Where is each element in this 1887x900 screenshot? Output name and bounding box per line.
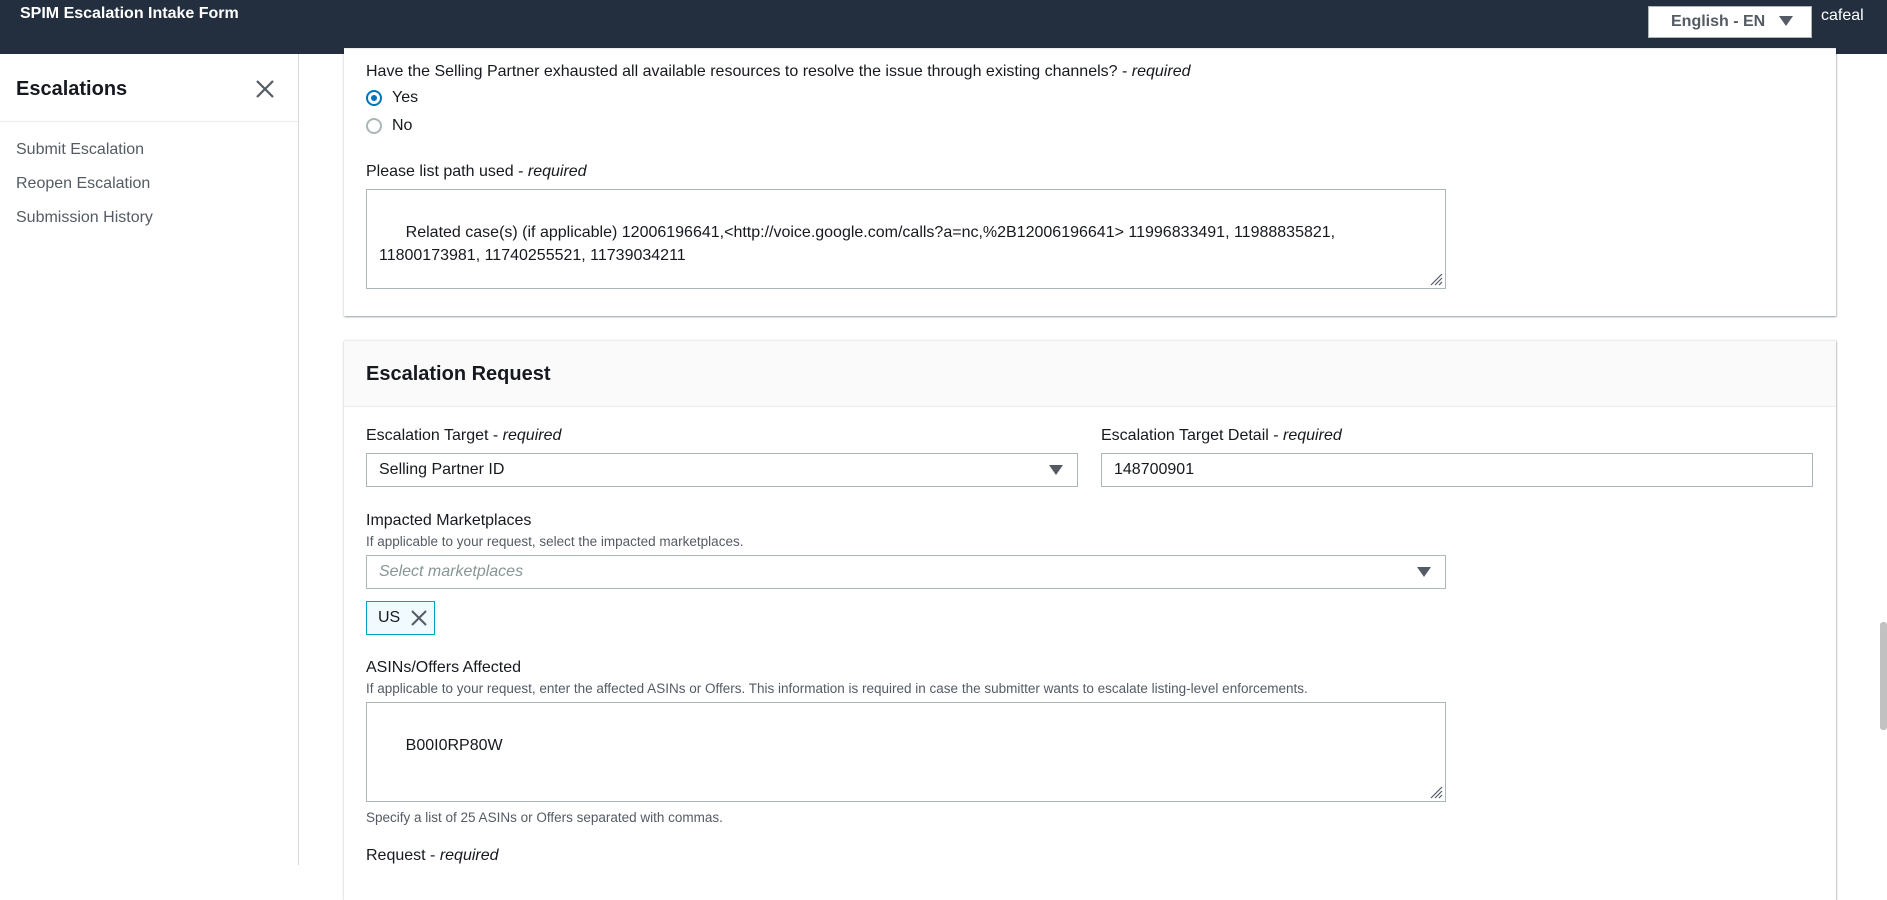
side-navigation-title: Escalations xyxy=(16,78,128,100)
escalation-target-label: Escalation Target - required xyxy=(366,427,562,444)
language-select-value: English - EN xyxy=(1671,13,1766,30)
caret-down-icon xyxy=(1417,567,1431,577)
close-navigation-button[interactable] xyxy=(254,78,276,100)
escalation-target-select[interactable]: Selling Partner ID xyxy=(366,453,1078,487)
close-icon xyxy=(256,80,274,98)
main-content: Have the Selling Partner exhausted all a… xyxy=(299,48,1887,900)
asins-affected-hint: Specify a list of 25 ASINs or Offers sep… xyxy=(366,810,723,825)
marketplaces-multiselect[interactable]: Select marketplaces xyxy=(366,555,1446,589)
resize-handle-icon[interactable] xyxy=(1429,785,1443,799)
page-scrollbar[interactable] xyxy=(1880,622,1887,730)
radio-option-yes[interactable]: Yes xyxy=(366,89,418,107)
escalation-request-header: Escalation Request xyxy=(344,341,1836,407)
escalation-target-detail-input[interactable]: 148700901 xyxy=(1101,453,1813,487)
caret-down-icon xyxy=(1049,465,1063,475)
asins-affected-description: If applicable to your request, enter the… xyxy=(366,681,1308,696)
asins-affected-label: ASINs/Offers Affected xyxy=(366,659,522,676)
impacted-marketplaces-description: If applicable to your request, select th… xyxy=(366,534,744,549)
language-select[interactable]: English - EN xyxy=(1648,6,1812,38)
escalation-target-detail-label: Escalation Target Detail - required xyxy=(1101,427,1342,444)
escalation-target-detail-value: 148700901 xyxy=(1114,461,1195,478)
escalation-target-value: Selling Partner ID xyxy=(379,461,505,478)
radio-label-no: No xyxy=(392,117,413,134)
sidebar-item-submit-escalation[interactable]: Submit Escalation xyxy=(16,141,144,159)
radio-option-no[interactable]: No xyxy=(366,117,412,135)
top-navigation-bar: SPIM Escalation Intake Form English - EN… xyxy=(0,0,1887,54)
resources-card: Have the Selling Partner exhausted all a… xyxy=(344,48,1836,316)
radio-button-unchecked[interactable] xyxy=(366,118,382,134)
asins-affected-value: B00I0RP80W xyxy=(405,737,503,754)
path-used-textarea[interactable]: Related case(s) (if applicable) 12006196… xyxy=(366,189,1446,289)
escalation-request-card: Escalation Request Escalation Target - r… xyxy=(344,340,1836,900)
impacted-marketplaces-label: Impacted Marketplaces xyxy=(366,512,532,529)
app-title: SPIM Escalation Intake Form xyxy=(20,5,239,22)
side-navigation: Escalations Submit Escalation Reopen Esc… xyxy=(0,54,299,865)
exhausted-resources-label: Have the Selling Partner exhausted all a… xyxy=(366,63,1191,80)
marketplace-token: US xyxy=(366,601,436,635)
asins-affected-textarea[interactable]: B00I0RP80W xyxy=(366,702,1446,802)
marketplace-token-label: US xyxy=(378,609,401,626)
sidebar-item-submission-history[interactable]: Submission History xyxy=(16,209,153,227)
marketplaces-placeholder: Select marketplaces xyxy=(379,563,524,580)
request-label: Request - required xyxy=(366,847,499,864)
path-used-value: Related case(s) (if applicable) 12006196… xyxy=(379,224,1336,264)
radio-button-checked[interactable] xyxy=(366,90,382,106)
escalation-request-title: Escalation Request xyxy=(366,363,551,385)
sidebar-item-reopen-escalation[interactable]: Reopen Escalation xyxy=(16,175,150,193)
user-name[interactable]: cafeal xyxy=(1821,7,1864,25)
path-used-label: Please list path used - required xyxy=(366,163,587,180)
nav-divider xyxy=(0,121,298,122)
radio-label-yes: Yes xyxy=(392,89,419,106)
dismiss-icon[interactable] xyxy=(410,609,428,627)
resize-handle-icon[interactable] xyxy=(1429,272,1443,286)
caret-down-icon xyxy=(1779,16,1793,26)
